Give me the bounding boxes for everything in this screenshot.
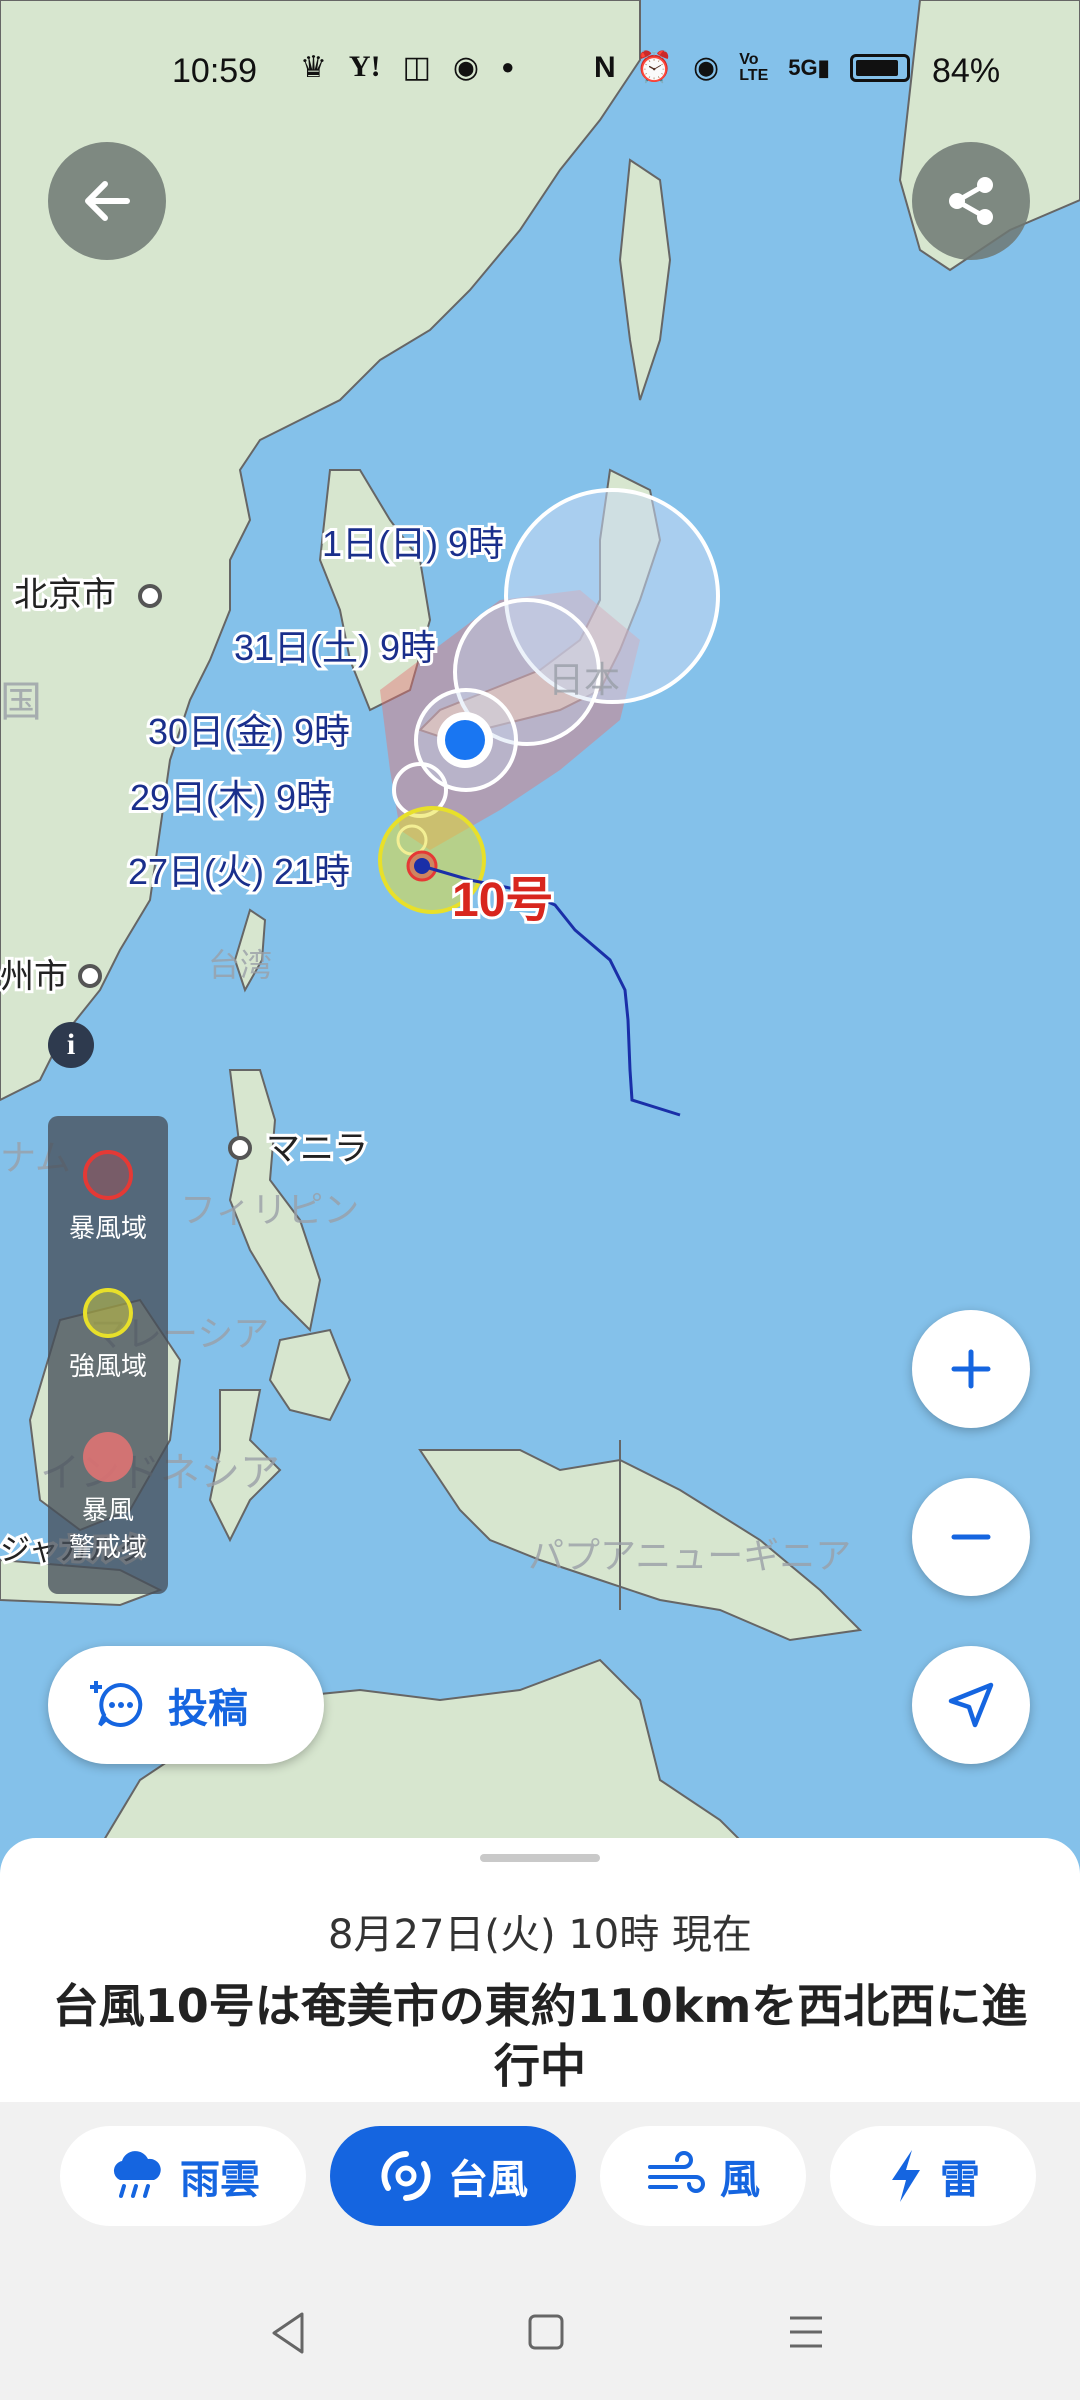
tab-rain-cloud-label: 雨雲 [180,2157,260,2203]
notification-icon: ♛ [300,51,327,84]
legend-label-storm-warning-1: 暴風 [81,1495,134,1525]
tab-typhoon-label: 台風 [448,2157,528,2203]
share-icon [949,177,993,225]
country-label-china: 国 [0,678,42,725]
legend-swatch-strong-wind [83,1288,133,1338]
tab-typhoon[interactable]: 台風 [330,2126,576,2226]
forecast-label-4: 27日(火) 21時 [128,851,350,892]
legend-swatch-storm-warning [83,1432,133,1482]
place-label-fuzhou: 州市 [0,958,68,996]
sheet-datetime: 8月27日(火) 10時 現在 [328,1912,752,1958]
typhoon-number-label: 10号 [452,874,553,927]
status-bar: 10:59 ♛ Y! ◫ ◉ ● N ⏰ ◉ Vo LTE 5G▮ 84% [0,40,1080,104]
layer-tab-bar: 雨雲 台風 風 雷 [0,2102,1080,2400]
post-button[interactable]: 投稿 [48,1646,324,1764]
navigation-arrow-icon [948,1682,994,1728]
yahoo-icon: Y! [348,50,381,83]
share-button[interactable] [912,142,1030,260]
system-nav-bar [0,2290,1080,2380]
post-button-label: 投稿 [168,1687,248,1731]
location-icon: ◉ [693,51,720,84]
arrow-left-icon [85,181,130,221]
typhoon-icon [381,2151,431,2201]
menu-lines-icon[interactable] [786,2312,826,2352]
minus-icon [951,1534,991,1540]
legend-item-strong-wind: 強風域 [48,1288,168,1383]
country-label-philippines: フィリピン [180,1189,359,1230]
status-time: 10:59 [172,52,258,90]
country-label-papua: パプアニューギニア [528,1535,851,1576]
plus-icon [951,1349,991,1389]
legend-label-strong-wind: 強風域 [68,1351,147,1381]
legend-label-storm-warning-2: 警戒域 [68,1532,147,1562]
info-icon: i [66,1028,76,1061]
country-label-taiwan: 台湾 [208,947,272,983]
country-label-japan: 日本 [548,659,620,700]
tab-wind[interactable]: 風 [600,2126,806,2226]
back-button[interactable] [48,142,166,260]
wind-icon [648,2151,705,2193]
current-typhoon-center [414,858,430,874]
zoom-in-button[interactable] [912,1310,1030,1428]
volte-icon: Vo LTE [739,50,769,84]
tab-lightning[interactable]: 雷 [830,2126,1036,2226]
forecast-label-1: 31日(土) 9時 [234,627,436,668]
tv-icon: ◫ [402,51,431,84]
dot-icon: ● [501,54,515,79]
rain-cloud-icon [113,2151,161,2198]
legend-swatch-storm [83,1150,133,1200]
legend-item-storm-warning: 暴風 警戒域 [48,1432,168,1564]
place-label-manila: マニラ [266,1130,368,1168]
forecast-label-0: 1日(日) 9時 [322,523,504,564]
legend-label-storm: 暴風域 [68,1213,147,1243]
home-square-icon[interactable] [526,2312,566,2352]
battery-icon [849,53,910,82]
chrome-icon: ◉ [452,51,480,84]
zoom-out-button[interactable] [912,1478,1030,1596]
map-legend: 暴風域 強風域 暴風 警戒域 [48,1116,168,1594]
alarm-icon: ⏰ [635,51,674,84]
back-triangle-icon[interactable] [268,2310,308,2356]
post-comment-icon [90,1681,143,1727]
nfc-icon: N [594,50,616,84]
tab-rain-cloud[interactable]: 雨雲 [60,2126,306,2226]
forecast-label-3: 29日(木) 9時 [130,777,332,818]
battery-percent: 84% [932,52,1001,90]
locate-button[interactable] [912,1646,1030,1764]
place-label-beijing: 北京市 [14,576,116,614]
tab-wind-label: 風 [720,2157,760,2203]
lightning-icon [892,2150,920,2202]
info-button[interactable]: i [48,1022,94,1068]
typhoon-map[interactable]: 1日(日) 9時 31日(土) 9時 30日(金) 9時 29日(木) 9時 2… [0,0,1080,1880]
sheet-handle[interactable] [480,1854,600,1862]
5g-signal-icon: 5G▮ [788,54,830,80]
tab-lightning-label: 雷 [940,2157,980,2203]
forecast-label-2: 30日(金) 9時 [148,711,350,752]
sheet-headline: 台風10号は奄美市の東約110kmを西北西に進行中 [52,1979,1028,2093]
legend-item-storm: 暴風域 [48,1150,168,1245]
